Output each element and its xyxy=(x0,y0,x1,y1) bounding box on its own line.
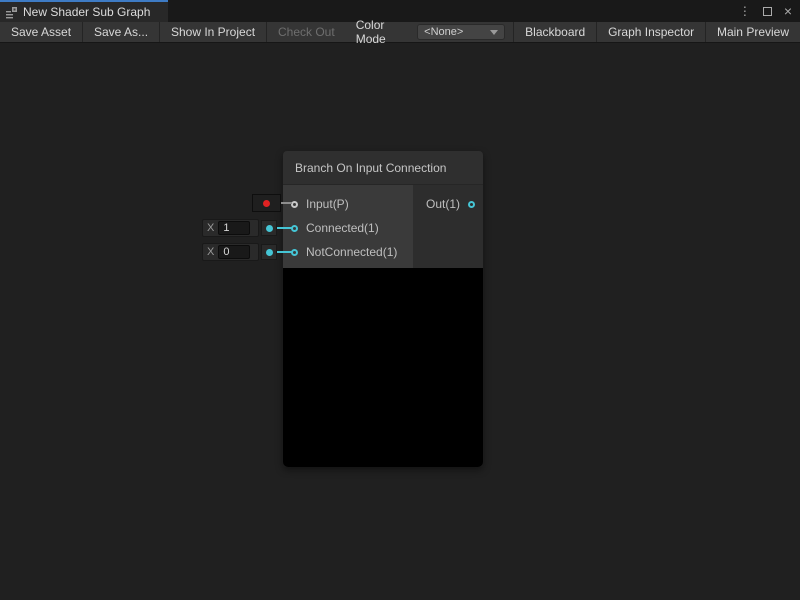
port-row-input: Input(P) xyxy=(283,192,413,216)
node-preview-area xyxy=(283,268,483,467)
maximize-icon[interactable] xyxy=(763,7,772,16)
graph-canvas[interactable]: Branch On Input Connection Input(P) Conn… xyxy=(0,43,800,600)
color-mode-label: Color Mode xyxy=(346,22,417,42)
connected-port[interactable] xyxy=(291,225,298,232)
chevron-down-icon xyxy=(490,30,498,35)
connected-stub-box xyxy=(261,220,277,236)
port-row-connected: Connected(1) xyxy=(283,216,413,240)
graph-toolbar: Save Asset Save As... Show In Project Ch… xyxy=(0,22,800,43)
out-port[interactable] xyxy=(468,201,475,208)
notconnected-stub-box xyxy=(261,244,277,260)
out-port-label: Out(1) xyxy=(426,197,460,211)
notconnected-port-label: NotConnected(1) xyxy=(306,245,397,259)
input-port-label: Input(P) xyxy=(306,197,349,211)
port-row-out: Out(1) xyxy=(413,192,483,216)
notconnected-default-widget: X 0 xyxy=(202,243,259,261)
port-row-notconnected: NotConnected(1) xyxy=(283,240,413,264)
node-input-ports: Input(P) Connected(1) NotConnected(1) xyxy=(283,185,413,268)
notconnected-value-field[interactable]: 0 xyxy=(218,245,250,259)
notconnected-port[interactable] xyxy=(291,249,298,256)
window-menu-icon[interactable]: ⋮ xyxy=(739,5,751,17)
node-title-bar[interactable]: Branch On Input Connection xyxy=(283,151,483,185)
edge-notconnected-stub xyxy=(277,251,292,253)
edge-input-stub xyxy=(281,202,292,204)
tab-new-shader-sub-graph[interactable]: New Shader Sub Graph xyxy=(0,0,168,22)
graph-inspector-button[interactable]: Graph Inspector xyxy=(597,22,705,42)
save-asset-button[interactable]: Save Asset xyxy=(0,22,82,42)
connected-value-field[interactable]: 1 xyxy=(218,221,250,235)
connected-port-label: Connected(1) xyxy=(306,221,379,235)
blackboard-button[interactable]: Blackboard xyxy=(514,22,596,42)
input-default-dot xyxy=(263,200,270,207)
show-in-project-button[interactable]: Show In Project xyxy=(160,22,266,42)
node-branch-on-input-connection[interactable]: Branch On Input Connection Input(P) Conn… xyxy=(283,151,483,467)
edge-connected-stub xyxy=(277,227,292,229)
node-title: Branch On Input Connection xyxy=(295,161,446,175)
shader-sub-graph-icon xyxy=(5,6,18,19)
input-default-widget[interactable] xyxy=(252,194,281,212)
x-component-label: X xyxy=(207,222,214,234)
save-as-button[interactable]: Save As... xyxy=(83,22,159,42)
notconnected-stub-dot xyxy=(266,249,273,256)
color-mode-dropdown[interactable]: <None> xyxy=(417,24,505,40)
node-output-ports: Out(1) xyxy=(413,185,483,268)
x-component-label: X xyxy=(207,246,214,258)
input-port[interactable] xyxy=(291,201,298,208)
connected-stub-dot xyxy=(266,225,273,232)
tab-title: New Shader Sub Graph xyxy=(23,5,150,19)
main-preview-button[interactable]: Main Preview xyxy=(706,22,800,42)
close-icon[interactable]: × xyxy=(784,4,792,18)
check-out-button: Check Out xyxy=(267,22,346,42)
color-mode-selected-value: <None> xyxy=(424,26,463,38)
connected-default-widget: X 1 xyxy=(202,219,259,237)
